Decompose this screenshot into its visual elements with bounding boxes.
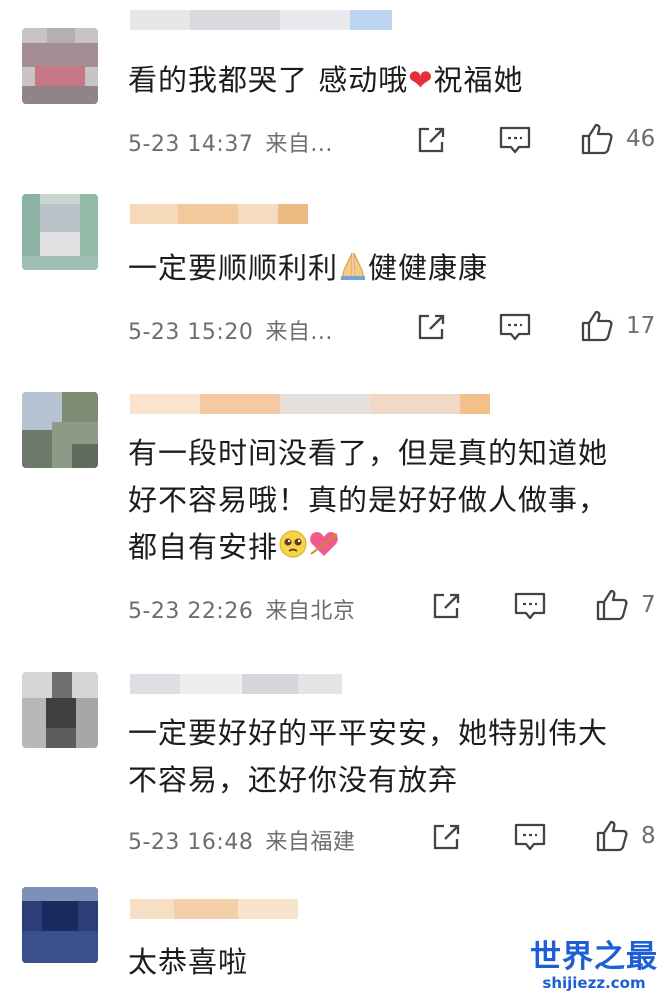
username-blurred[interactable]	[130, 394, 510, 414]
reply-button[interactable]	[513, 589, 547, 623]
like-button[interactable]: 46	[580, 122, 655, 156]
thumbs-up-icon	[581, 123, 613, 155]
heart-emoji: ❤	[408, 63, 434, 97]
reply-button[interactable]	[513, 820, 547, 854]
comment-meta: 5-23 16:48 来自福建	[128, 824, 355, 856]
share-icon	[433, 593, 460, 619]
share-button[interactable]	[415, 123, 447, 157]
share-button[interactable]	[430, 820, 462, 854]
thumbs-up-icon	[596, 820, 628, 852]
thumbs-up-icon	[596, 589, 628, 621]
comment-location: 来自福建	[265, 830, 356, 855]
comment-time: 5-23 16:48	[128, 830, 254, 855]
pray-emoji	[338, 247, 368, 294]
avatar[interactable]	[22, 672, 98, 748]
comment-location: 来自...	[265, 132, 333, 157]
watermark-title: 世界之最	[530, 939, 658, 975]
comment-location: 来自北京	[265, 599, 356, 624]
comment-text: 一定要好好的平平安安，她特别伟大 不容易，还好你没有放弃	[128, 716, 609, 797]
like-count: 7	[641, 592, 656, 618]
avatar[interactable]	[22, 28, 98, 104]
comment-time: 5-23 14:37	[128, 132, 254, 157]
comment-time: 5-23 22:26	[128, 599, 254, 624]
comment-text: 一定要顺顺利利 健健康康	[128, 245, 648, 294]
thumbs-up-icon	[581, 310, 613, 342]
watermark-url: shijiezz.com	[542, 974, 646, 992]
comment-icon	[499, 126, 531, 154]
avatar[interactable]	[22, 887, 98, 963]
comment-item: 一定要好好的平平安安，她特别伟大 不容易，还好你没有放弃 5-23 16:48 来…	[0, 650, 668, 875]
like-button[interactable]: 7	[595, 588, 656, 622]
share-icon	[433, 824, 460, 850]
comment-item: 有一段时间没看了，但是真的知道她 好不容易哦！真的是好好做人做事， 都自有安排 …	[0, 370, 668, 650]
pleading-face-emoji	[278, 526, 308, 573]
reply-button[interactable]	[498, 310, 532, 344]
share-button[interactable]	[430, 589, 462, 623]
comment-text: 看的我都哭了 感动哦❤祝福她	[128, 63, 524, 97]
comment-text: 有一段时间没看了，但是真的知道她 好不容易哦！真的是好好做人做事， 都自有安排	[128, 430, 648, 573]
avatar[interactable]	[22, 392, 98, 468]
comment-location: 来自...	[265, 320, 333, 345]
comment-icon	[514, 823, 546, 851]
avatar[interactable]	[22, 194, 98, 270]
share-icon	[418, 127, 445, 153]
heart-with-arrow-emoji	[308, 526, 340, 573]
watermark-logo: 世界之最 shijiezz.com	[530, 940, 658, 992]
like-count: 17	[626, 313, 656, 339]
like-button[interactable]: 8	[595, 819, 656, 853]
comment-icon	[514, 592, 546, 620]
comment-time: 5-23 15:20	[128, 320, 254, 345]
username-blurred[interactable]	[130, 674, 342, 694]
share-icon	[418, 314, 445, 340]
comment-item: 看的我都哭了 感动哦❤祝福她 5-23 14:37 来自... 46	[0, 0, 668, 190]
comment-meta: 5-23 15:20 来自...	[128, 314, 333, 346]
username-blurred[interactable]	[130, 10, 392, 30]
comment-meta: 5-23 22:26 来自北京	[128, 593, 355, 625]
comment-icon	[499, 313, 531, 341]
reply-button[interactable]	[498, 123, 532, 157]
comment-item: 一定要顺顺利利 健健康康 5-23 15:20 来自... 17	[0, 190, 668, 370]
username-blurred[interactable]	[130, 204, 308, 224]
username-blurred[interactable]	[130, 899, 298, 919]
like-count: 8	[641, 823, 656, 849]
like-count: 46	[626, 126, 656, 152]
like-button[interactable]: 17	[580, 309, 655, 343]
comment-meta: 5-23 14:37 来自...	[128, 126, 333, 158]
share-button[interactable]	[415, 310, 447, 344]
